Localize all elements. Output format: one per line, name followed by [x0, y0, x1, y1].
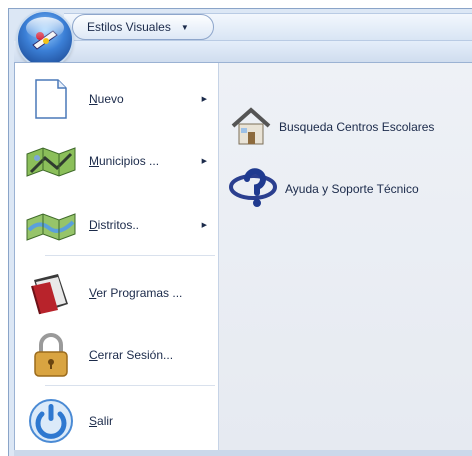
submenu-arrow-icon: ▶: [201, 158, 207, 165]
menu-item-label: Distritos..: [89, 218, 140, 232]
house-icon: [229, 104, 273, 151]
visual-styles-label: Estilos Visuales: [87, 20, 171, 34]
menu-item-cerrar-sesion[interactable]: Cerrar Sesión...: [25, 327, 215, 383]
menu-left-column: Nuevo ▶ Municipios ... ▶ Distritos.. ▶ V…: [15, 63, 219, 456]
menu-item-ver-programas[interactable]: Ver Programas ...: [25, 265, 215, 321]
map-icon: [25, 201, 77, 249]
visual-styles-dropdown[interactable]: Estilos Visuales ▼: [72, 14, 214, 40]
menu-item-label: Municipios ...: [89, 154, 160, 168]
menu-item-busqueda-centros[interactable]: Busqueda Centros Escolares: [229, 99, 434, 155]
menu-item-nuevo[interactable]: Nuevo ▶: [25, 71, 215, 127]
books-icon: [25, 269, 77, 317]
application-menu: Nuevo ▶ Municipios ... ▶ Distritos.. ▶ V…: [14, 62, 472, 456]
menu-right-column: Busqueda Centros Escolares Ayuda y Sopor…: [219, 63, 472, 456]
new-document-icon: [25, 75, 77, 123]
ribbon-band: [14, 41, 472, 64]
padlock-icon: [25, 331, 77, 379]
menu-item-label: Ver Programas ...: [89, 286, 183, 300]
menu-item-label: Ayuda y Soporte Técnico: [285, 182, 419, 196]
application-orb-button[interactable]: [18, 12, 72, 66]
menu-item-ayuda-soporte[interactable]: Ayuda y Soporte Técnico: [229, 161, 419, 217]
menu-separator: [45, 255, 215, 256]
menu-item-label: Nuevo: [89, 92, 124, 106]
submenu-arrow-icon: ▶: [201, 222, 207, 229]
help-icon: [229, 165, 279, 214]
menu-separator: [45, 385, 215, 386]
menu-item-label: Cerrar Sesión...: [89, 348, 174, 362]
menu-item-label: Salir: [89, 414, 114, 428]
menu-item-label: Busqueda Centros Escolares: [279, 120, 435, 134]
map-icon: [25, 137, 77, 185]
menu-item-municipios[interactable]: Municipios ... ▶: [25, 133, 215, 189]
menu-item-distritos[interactable]: Distritos.. ▶: [25, 197, 215, 253]
chevron-down-icon: ▼: [180, 22, 189, 32]
menu-item-salir[interactable]: Salir: [25, 393, 215, 449]
orb-logo-icon: [32, 30, 58, 50]
window-bottom-edge: [14, 450, 472, 456]
submenu-arrow-icon: ▶: [201, 96, 207, 103]
power-icon: [25, 397, 77, 445]
